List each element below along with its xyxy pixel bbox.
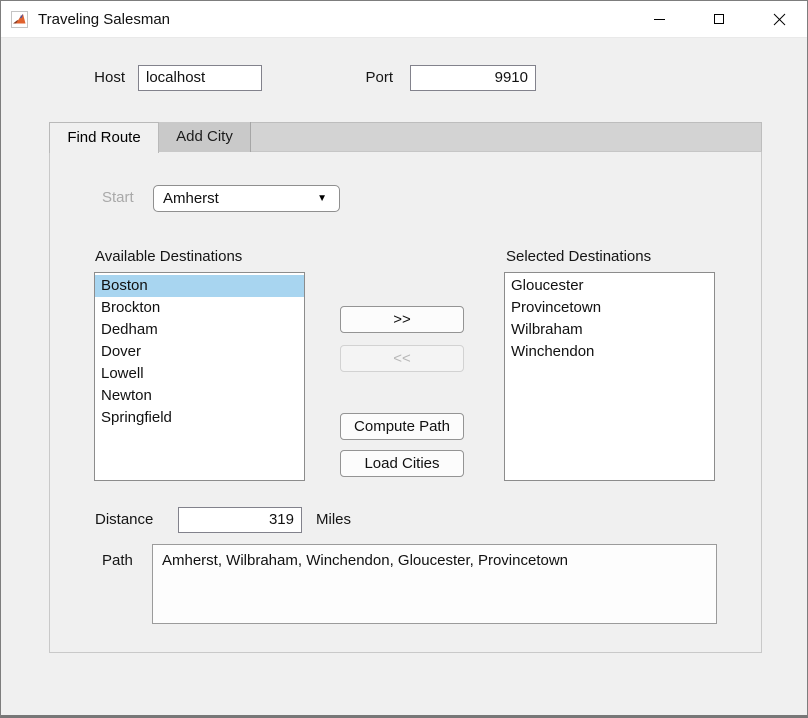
distance-field[interactable]: 319 bbox=[178, 507, 302, 533]
matlab-app-icon bbox=[11, 11, 28, 28]
titlebar: Traveling Salesman bbox=[1, 1, 807, 38]
maximize-icon bbox=[714, 14, 724, 24]
maximize-button[interactable] bbox=[696, 1, 742, 37]
list-item[interactable]: Lowell bbox=[95, 363, 304, 385]
list-item[interactable]: Dedham bbox=[95, 319, 304, 341]
start-label: Start bbox=[102, 185, 134, 211]
path-label: Path bbox=[102, 548, 133, 574]
list-item[interactable]: Provincetown bbox=[505, 297, 714, 319]
selected-destinations-label: Selected Destinations bbox=[506, 244, 651, 270]
available-destinations-listbox[interactable]: BostonBrocktonDedhamDoverLowellNewtonSpr… bbox=[94, 272, 305, 481]
list-item[interactable]: Wilbraham bbox=[505, 319, 714, 341]
minimize-button[interactable] bbox=[636, 1, 682, 37]
tab-find-route[interactable]: Find Route bbox=[49, 122, 159, 153]
window-title: Traveling Salesman bbox=[38, 1, 170, 38]
load-cities-button[interactable]: Load Cities bbox=[340, 450, 464, 477]
port-input[interactable]: 9910 bbox=[410, 65, 536, 91]
tab-add-city[interactable]: Add City bbox=[159, 122, 251, 152]
close-icon bbox=[773, 13, 786, 26]
minimize-icon bbox=[654, 19, 665, 20]
list-item[interactable]: Newton bbox=[95, 385, 304, 407]
list-item[interactable]: Springfield bbox=[95, 407, 304, 429]
list-item[interactable]: Dover bbox=[95, 341, 304, 363]
compute-path-button[interactable]: Compute Path bbox=[340, 413, 464, 440]
close-button[interactable] bbox=[756, 1, 802, 37]
available-destinations-label: Available Destinations bbox=[95, 244, 242, 270]
list-item[interactable]: Boston bbox=[95, 275, 304, 297]
chevron-down-icon: ▼ bbox=[317, 186, 327, 211]
host-input[interactable]: localhost bbox=[138, 65, 262, 91]
move-to-selected-button[interactable]: >> bbox=[340, 306, 464, 333]
distance-label: Distance bbox=[95, 507, 153, 533]
app-window: Traveling Salesman Host localhost Port 9… bbox=[0, 0, 808, 718]
distance-unit-label: Miles bbox=[316, 507, 351, 533]
path-textarea[interactable]: Amherst, Wilbraham, Winchendon, Gloucest… bbox=[152, 544, 717, 624]
list-item[interactable]: Gloucester bbox=[505, 275, 714, 297]
start-dropdown[interactable]: Amherst ▼ bbox=[153, 185, 340, 212]
port-label: Port bbox=[337, 65, 393, 91]
selected-destinations-listbox[interactable]: GloucesterProvincetownWilbrahamWinchendo… bbox=[504, 272, 715, 481]
list-item[interactable]: Brockton bbox=[95, 297, 304, 319]
host-label: Host bbox=[57, 65, 125, 91]
move-to-available-button[interactable]: << bbox=[340, 345, 464, 372]
start-dropdown-value: Amherst bbox=[163, 190, 219, 207]
list-item[interactable]: Winchendon bbox=[505, 341, 714, 363]
